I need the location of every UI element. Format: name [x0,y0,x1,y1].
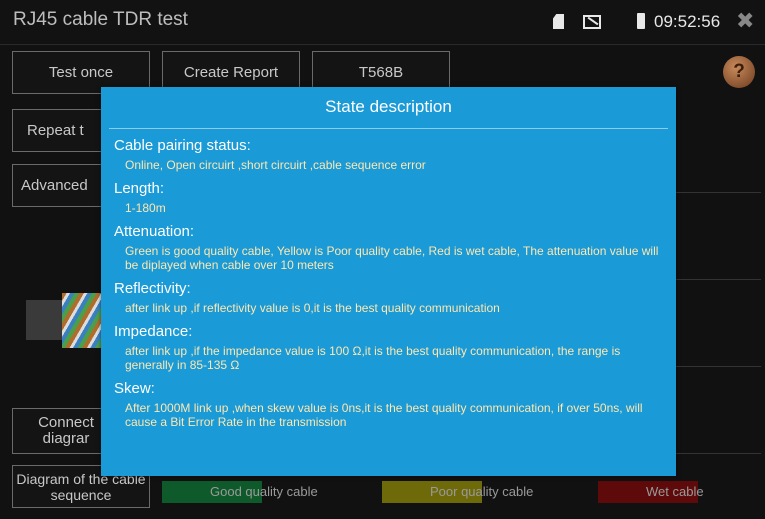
section-title-length: Length: [114,180,165,197]
results-row [661,367,761,454]
section-text-reflectivity: after link up ,if reflectivity value is … [125,301,500,315]
section-text-length: 1-180m [125,201,166,215]
section-text-attenuation: Green is good quality cable, Yellow is P… [125,244,659,272]
results-row [661,280,761,367]
section-title-reflectivity: Reflectivity: [114,280,191,297]
app-title: RJ45 cable TDR test [13,9,188,30]
results-row [661,106,761,193]
dialog-divider [109,128,668,129]
dialog-title: State description [325,97,452,116]
rj45-cable-image [18,275,112,348]
section-title-impedance: Impedance: [114,323,193,340]
section-text-impedance: after link up ,if the impedance value is… [125,344,621,372]
section-title-attenuation: Attenuation: [114,223,195,240]
title-bar: RJ45 cable TDR test 09:52:56 ✖ [0,0,765,45]
section-text-pairing: Online, Open circuirt ,short circuirt ,c… [125,158,426,172]
sd-card-icon [553,14,564,29]
section-title-pairing: Cable pairing status: [114,137,251,154]
close-icon[interactable]: ✖ [736,8,754,34]
legend-label-poor: Poor quality cable [430,484,534,499]
cast-icon [583,15,601,29]
help-book-icon[interactable]: ? [723,56,755,88]
state-description-dialog: State description Cable pairing status: … [101,87,676,476]
section-title-skew: Skew: [114,380,155,397]
section-text-skew: After 1000M link up ,when skew value is … [125,401,643,429]
results-row [661,193,761,280]
legend-label-wet: Wet cable [646,484,704,499]
clock: 09:52:56 [654,12,721,31]
dialog-body: Cable pairing status: Online, Open circu… [114,136,669,436]
battery-icon [637,13,645,29]
legend-label-good: Good quality cable [210,484,318,499]
